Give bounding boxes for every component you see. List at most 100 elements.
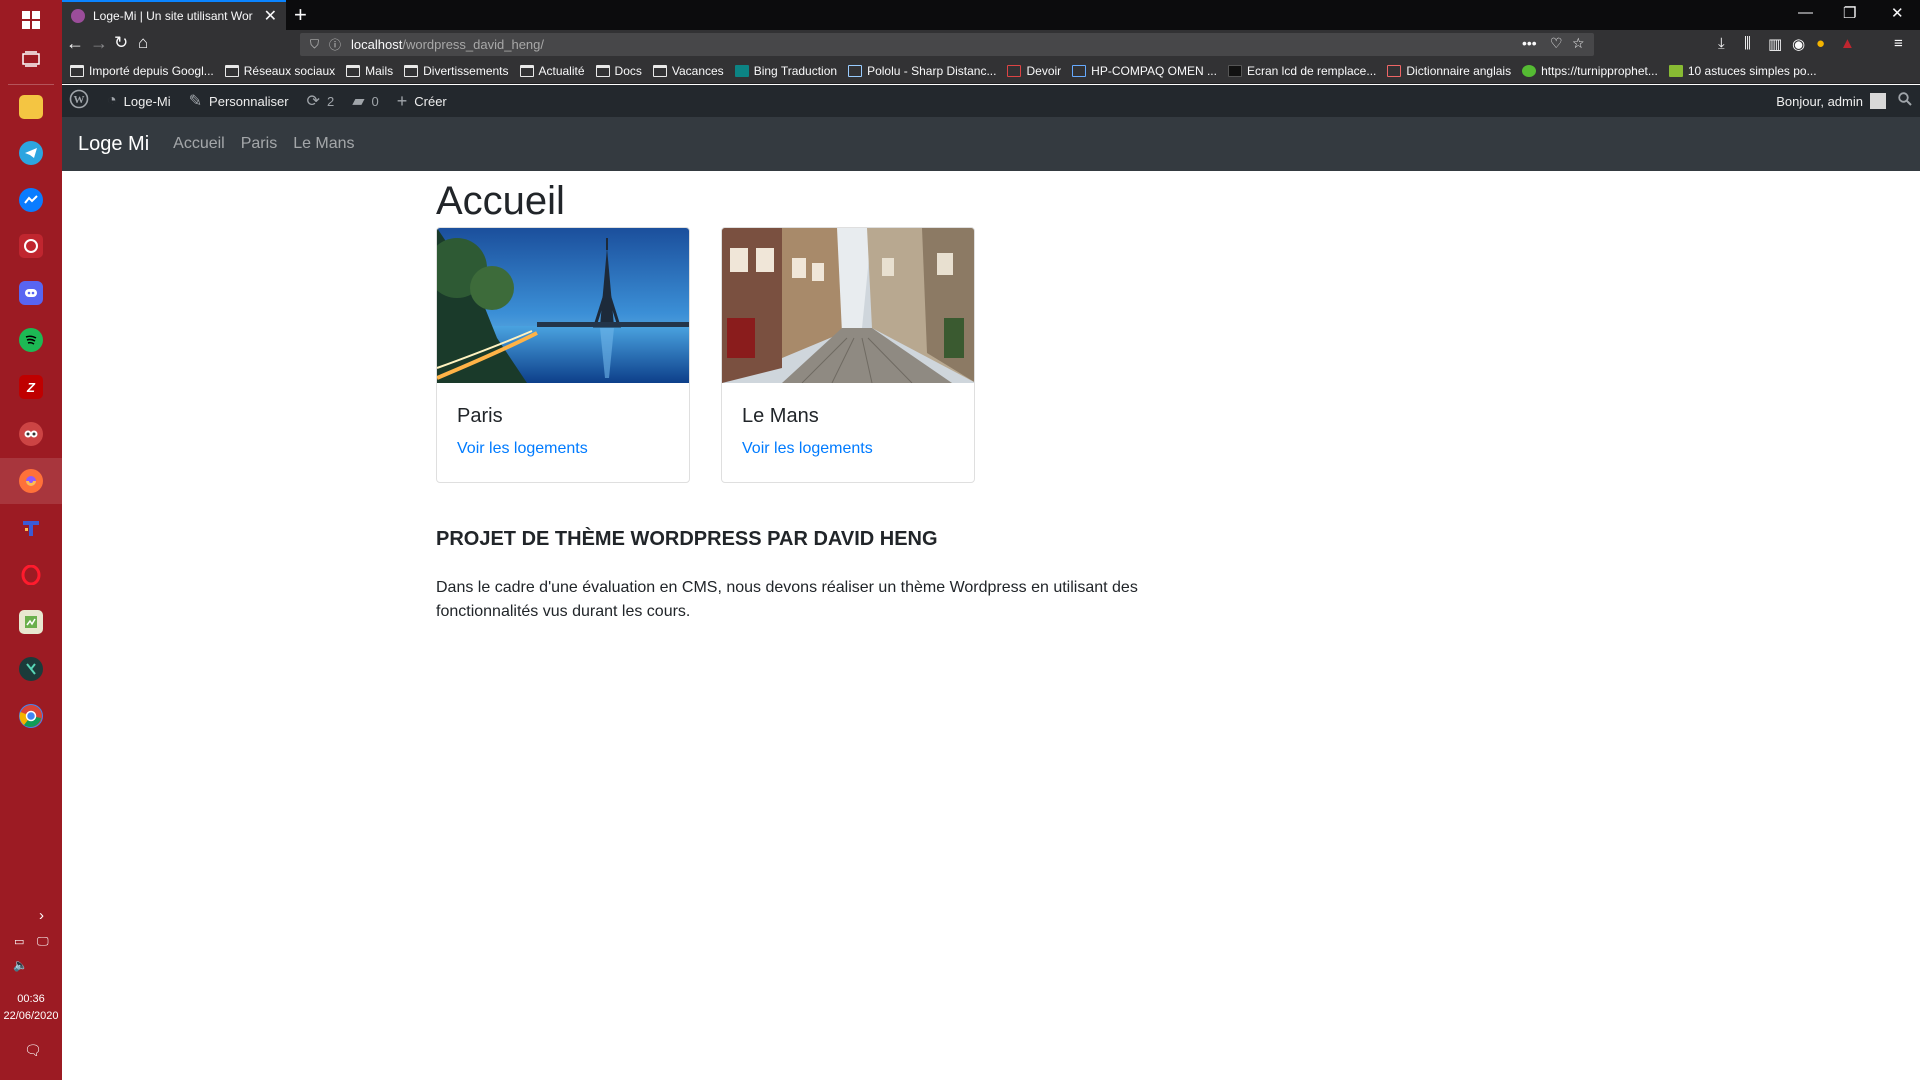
folder-icon — [346, 65, 361, 77]
bookmark-link[interactable]: HP-COMPAQ OMEN ... — [1072, 64, 1217, 78]
new-tab-button[interactable]: + — [294, 2, 307, 28]
filezilla-icon[interactable]: Z — [19, 375, 43, 399]
bookmark-link[interactable]: Devoir — [1007, 64, 1061, 78]
city-cards: Paris Voir les logements Le Mans Voir le… — [436, 227, 1156, 483]
whatsapp-icon[interactable] — [19, 234, 43, 258]
window-minimize-button[interactable]: — — [1798, 4, 1813, 21]
bookmark-folder[interactable]: Réseaux sociaux — [224, 64, 336, 78]
show-hidden-icons-chevron-icon[interactable]: › — [39, 907, 44, 924]
task-view-icon[interactable] — [19, 47, 43, 71]
nav-link-accueil[interactable]: Accueil — [173, 135, 225, 153]
city-card-le-mans: Le Mans Voir les logements — [721, 227, 975, 483]
window-restore-button[interactable]: ❐ — [1843, 4, 1856, 22]
account-icon[interactable]: ◉ — [1792, 35, 1805, 53]
menu-hamburger-icon[interactable]: ≡ — [1894, 35, 1903, 52]
bookmark-star-icon[interactable]: ☆ — [1572, 35, 1585, 52]
tab-close-icon[interactable]: ✕ — [264, 6, 277, 26]
wp-admin-bar: W ◔ Loge-Mi ✎ Personnaliser ⟳ 2 ▰ 0 + Cr… — [62, 85, 1920, 117]
site-info-icon[interactable]: ⓘ — [329, 36, 341, 53]
nav-link-le-mans[interactable]: Le Mans — [293, 135, 354, 153]
owl-app-icon[interactable] — [19, 422, 43, 446]
bookmark-folder[interactable]: Mails — [346, 64, 393, 78]
bookmark-folder[interactable]: Docs — [595, 64, 642, 78]
wp-new-content-menu[interactable]: + Créer — [388, 85, 456, 117]
downloads-icon[interactable]: ⤓ — [1718, 35, 1725, 52]
wp-updates-link[interactable]: ⟳ 2 — [298, 85, 344, 117]
page-actions-icon[interactable]: ••• — [1522, 35, 1537, 51]
spotify-icon[interactable] — [19, 328, 43, 352]
reload-icon[interactable]: ↻ — [114, 33, 128, 53]
home-icon[interactable]: ⌂ — [138, 33, 148, 53]
windows-start-icon[interactable] — [19, 8, 43, 32]
site-brand[interactable]: Loge Mi — [78, 133, 149, 156]
network-icon[interactable]: 🖵 — [37, 934, 49, 949]
main-content: Accueil Paris Voir les logements Le Mans… — [436, 171, 1156, 624]
wp-my-account-menu[interactable]: Bonjour, admin — [1767, 85, 1898, 117]
wp-customize-link[interactable]: ✎ Personnaliser — [180, 85, 298, 117]
back-arrow-icon[interactable]: ← — [66, 33, 84, 54]
bookmark-label: Mails — [365, 64, 394, 78]
url-bar[interactable]: ⛉ ⓘ localhost /wordpress_david_heng/ •••… — [300, 33, 1594, 56]
extension-red-icon[interactable]: ▲ — [1840, 35, 1855, 52]
paris-eiffel-tower-image — [437, 228, 689, 383]
bookmark-label: Réseaux sociaux — [243, 64, 336, 78]
browser-nav-bar: ← → ↻ ⌂ ⛉ ⓘ localhost /wordpress_david_h… — [62, 30, 1920, 59]
wp-logo-menu[interactable]: W — [62, 85, 98, 117]
bookmark-link[interactable]: 10 astuces simples po... — [1668, 64, 1817, 78]
telegram-icon[interactable] — [19, 141, 43, 165]
bing-icon — [734, 65, 749, 77]
customize-label: Personnaliser — [209, 93, 289, 109]
bookmark-folder[interactable]: Actualité — [519, 64, 585, 78]
windows-taskbar: Z › ▭ 🖵 🔈 00:36 22/06/2020 🗨 — [0, 0, 62, 1080]
library-icon[interactable]: ⫼ — [1744, 35, 1751, 52]
firefox-icon[interactable] — [19, 469, 43, 493]
wp-site-name-menu[interactable]: ◔ Loge-Mi — [98, 85, 180, 117]
taskbar-clock[interactable]: 00:36 22/06/2020 — [0, 991, 62, 1025]
bookmark-label: Divertissements — [423, 64, 509, 78]
bookmark-link[interactable]: Dictionnaire anglais — [1387, 64, 1511, 78]
kotlin-app-icon[interactable] — [19, 657, 43, 681]
opera-icon[interactable] — [19, 563, 43, 587]
tool-app-icon[interactable] — [19, 516, 43, 540]
updates-count: 2 — [326, 93, 335, 109]
bookmark-folder[interactable]: Importé depuis Googl... — [70, 64, 214, 78]
card-link-voir-logements[interactable]: Voir les logements — [742, 440, 954, 458]
bookmark-label: Importé depuis Googl... — [89, 64, 214, 78]
wp-admin-account: Bonjour, admin — [1767, 85, 1920, 117]
pocket-icon[interactable]: ♡ — [1550, 35, 1563, 52]
tracking-shield-icon[interactable]: ⛉ — [310, 37, 319, 52]
battery-icon[interactable]: ▭ — [14, 935, 24, 948]
bookmark-folder[interactable]: Divertissements — [404, 64, 509, 78]
screen-shop-icon — [1227, 65, 1242, 77]
wp-comments-link[interactable]: ▰ 0 — [343, 85, 388, 117]
discord-icon[interactable] — [19, 281, 43, 305]
bookmark-folder[interactable]: Vacances — [652, 64, 724, 78]
turnip-icon — [1522, 65, 1537, 77]
notepad-app-icon[interactable] — [19, 610, 43, 634]
bookmark-link[interactable]: Pololu - Sharp Distanc... — [848, 64, 996, 78]
bookmark-link[interactable]: https://turnipprophet... — [1522, 64, 1658, 78]
page-title: Accueil — [436, 179, 565, 223]
city-card-paris: Paris Voir les logements — [436, 227, 690, 483]
url-path: /wordpress_david_heng/ — [402, 37, 544, 52]
window-close-button[interactable]: ✕ — [1891, 4, 1904, 22]
forward-arrow-icon[interactable]: → — [90, 33, 108, 54]
messenger-icon[interactable] — [19, 188, 43, 212]
bookmark-link[interactable]: Ecran lcd de remplace... — [1227, 64, 1376, 78]
chrome-icon[interactable] — [19, 704, 43, 728]
volume-icon[interactable]: 🔈 — [13, 958, 28, 972]
wp-search[interactable] — [1898, 85, 1920, 117]
bookmark-link[interactable]: Bing Traduction — [734, 64, 837, 78]
card-link-voir-logements[interactable]: Voir les logements — [457, 440, 669, 458]
browser-tab-active[interactable]: Loge-Mi | Un site utilisant Wor ✕ — [62, 0, 286, 30]
card-body: Paris Voir les logements — [437, 383, 689, 480]
hp-icon — [1072, 65, 1087, 77]
sidebar-icon[interactable]: ▥ — [1768, 35, 1782, 53]
bookmark-label: Docs — [614, 64, 642, 78]
nav-link-paris[interactable]: Paris — [241, 135, 277, 153]
clock-date: 22/06/2020 — [3, 1010, 59, 1022]
file-explorer-icon[interactable] — [19, 95, 43, 119]
extension-icon[interactable]: ● — [1816, 35, 1825, 52]
folder-icon — [519, 65, 534, 77]
notifications-icon[interactable]: 🗨 — [24, 1042, 42, 1059]
